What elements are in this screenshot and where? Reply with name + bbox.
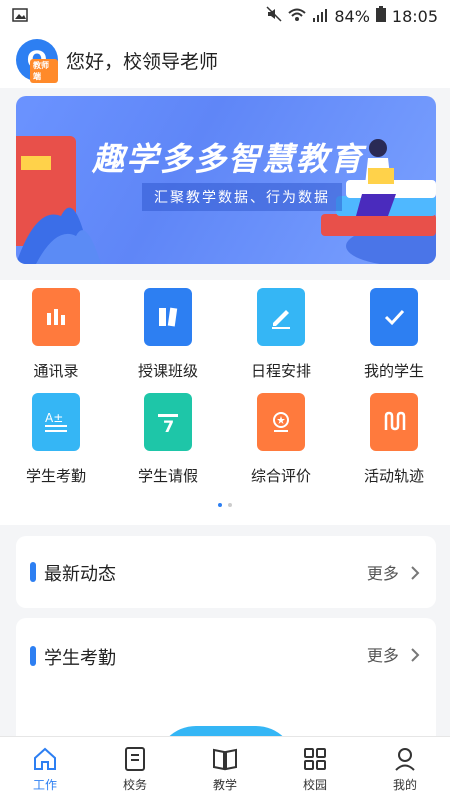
grid-item-classes[interactable]: 授课班级	[112, 280, 224, 381]
image-notification-icon	[12, 7, 28, 26]
greeting-text: 您好，校领导老师	[66, 50, 219, 73]
tab-label: 我的	[392, 777, 417, 792]
award-icon	[257, 393, 305, 451]
mute-icon	[266, 6, 282, 26]
user-icon	[395, 747, 415, 771]
calendar-icon: 7	[144, 393, 192, 451]
svg-text:7: 7	[163, 417, 174, 436]
more-label: 更多	[366, 646, 399, 665]
book-icon	[213, 748, 237, 770]
clock: 18:05	[391, 6, 438, 26]
grid-item-label: 日程安排	[250, 362, 311, 380]
grid-item-attendance[interactable]: A± 学生考勤	[0, 385, 112, 486]
battery-percent: 84%	[334, 6, 370, 26]
grid-item-leave[interactable]: 7 学生请假	[112, 385, 224, 486]
contacts-icon	[32, 288, 80, 346]
grid-item-label: 学生考勤	[25, 467, 86, 485]
function-grid: 通讯录 授课班级 日程安排 我的学生 A± 学生考勤 7 学生请假 综合评价 活…	[0, 280, 450, 525]
tab-teaching[interactable]: 教学	[180, 737, 270, 800]
app-logo: Q 教师端	[16, 39, 58, 83]
more-link[interactable]: 更多	[367, 560, 420, 584]
page-dot-active	[218, 503, 222, 507]
section-accent	[30, 646, 36, 666]
wifi-icon	[288, 7, 306, 26]
grid-item-label: 综合评价	[250, 467, 311, 485]
document-icon	[125, 746, 145, 771]
banner-title: 趣学多多智慧教育	[92, 140, 365, 178]
grid-item-activity-track[interactable]: 活动轨迹	[338, 385, 450, 486]
tab-label: 教学	[212, 777, 237, 792]
page-indicator	[218, 503, 232, 507]
card-title: 学生考勤	[44, 648, 116, 669]
grid-item-label: 活动轨迹	[363, 467, 424, 485]
tab-work[interactable]: 工作	[0, 737, 90, 800]
grid-item-schedule[interactable]: 日程安排	[225, 280, 337, 381]
tab-campus[interactable]: 校园	[270, 737, 360, 800]
apps-icon	[304, 747, 326, 770]
grid-item-my-students[interactable]: 我的学生	[338, 280, 450, 381]
latest-news-card[interactable]: 最新动态 更多	[16, 536, 436, 608]
grid-item-label: 授课班级	[137, 362, 198, 380]
more-link[interactable]: 更多	[367, 642, 420, 666]
header: Q 教师端 您好，校领导老师	[0, 32, 450, 88]
chevron-right-icon	[404, 646, 420, 665]
grid-item-label: 我的学生	[363, 362, 424, 380]
banner-subtitle: 汇聚教学数据、行为数据	[142, 183, 342, 211]
books-icon	[144, 288, 192, 346]
check-icon	[370, 288, 418, 346]
grid-item-contacts[interactable]: 通讯录	[0, 280, 112, 381]
signal-icon	[312, 7, 328, 26]
attendance-icon: A±	[32, 393, 80, 451]
battery-icon	[375, 6, 386, 26]
status-bar: 84% 18:05	[0, 0, 450, 32]
track-icon	[370, 393, 418, 451]
tab-label: 工作	[32, 777, 57, 792]
bottom-tab-bar: 工作 校务 教学 校园 我的	[0, 736, 450, 800]
section-accent	[30, 562, 36, 582]
attendance-card[interactable]: 学生考勤 更多	[16, 618, 436, 766]
edit-icon	[257, 288, 305, 346]
promo-banner[interactable]: 趣学多多智慧教育 汇聚教学数据、行为数据	[16, 96, 436, 264]
tab-mine[interactable]: 我的	[360, 737, 450, 800]
home-icon	[34, 747, 56, 770]
chevron-right-icon	[404, 564, 420, 583]
card-title: 最新动态	[44, 564, 116, 585]
page-dot	[228, 503, 232, 507]
tab-label: 校园	[302, 777, 327, 792]
banner-illustration	[16, 136, 436, 264]
grid-item-label: 学生请假	[137, 467, 198, 485]
logo-tag: 教师端	[30, 59, 58, 83]
svg-text:A±: A±	[45, 411, 63, 425]
more-label: 更多	[366, 564, 399, 583]
grid-item-label: 通讯录	[33, 362, 79, 380]
tab-affairs[interactable]: 校务	[90, 737, 180, 800]
grid-item-evaluation[interactable]: 综合评价	[225, 385, 337, 486]
tab-label: 校务	[122, 777, 147, 792]
